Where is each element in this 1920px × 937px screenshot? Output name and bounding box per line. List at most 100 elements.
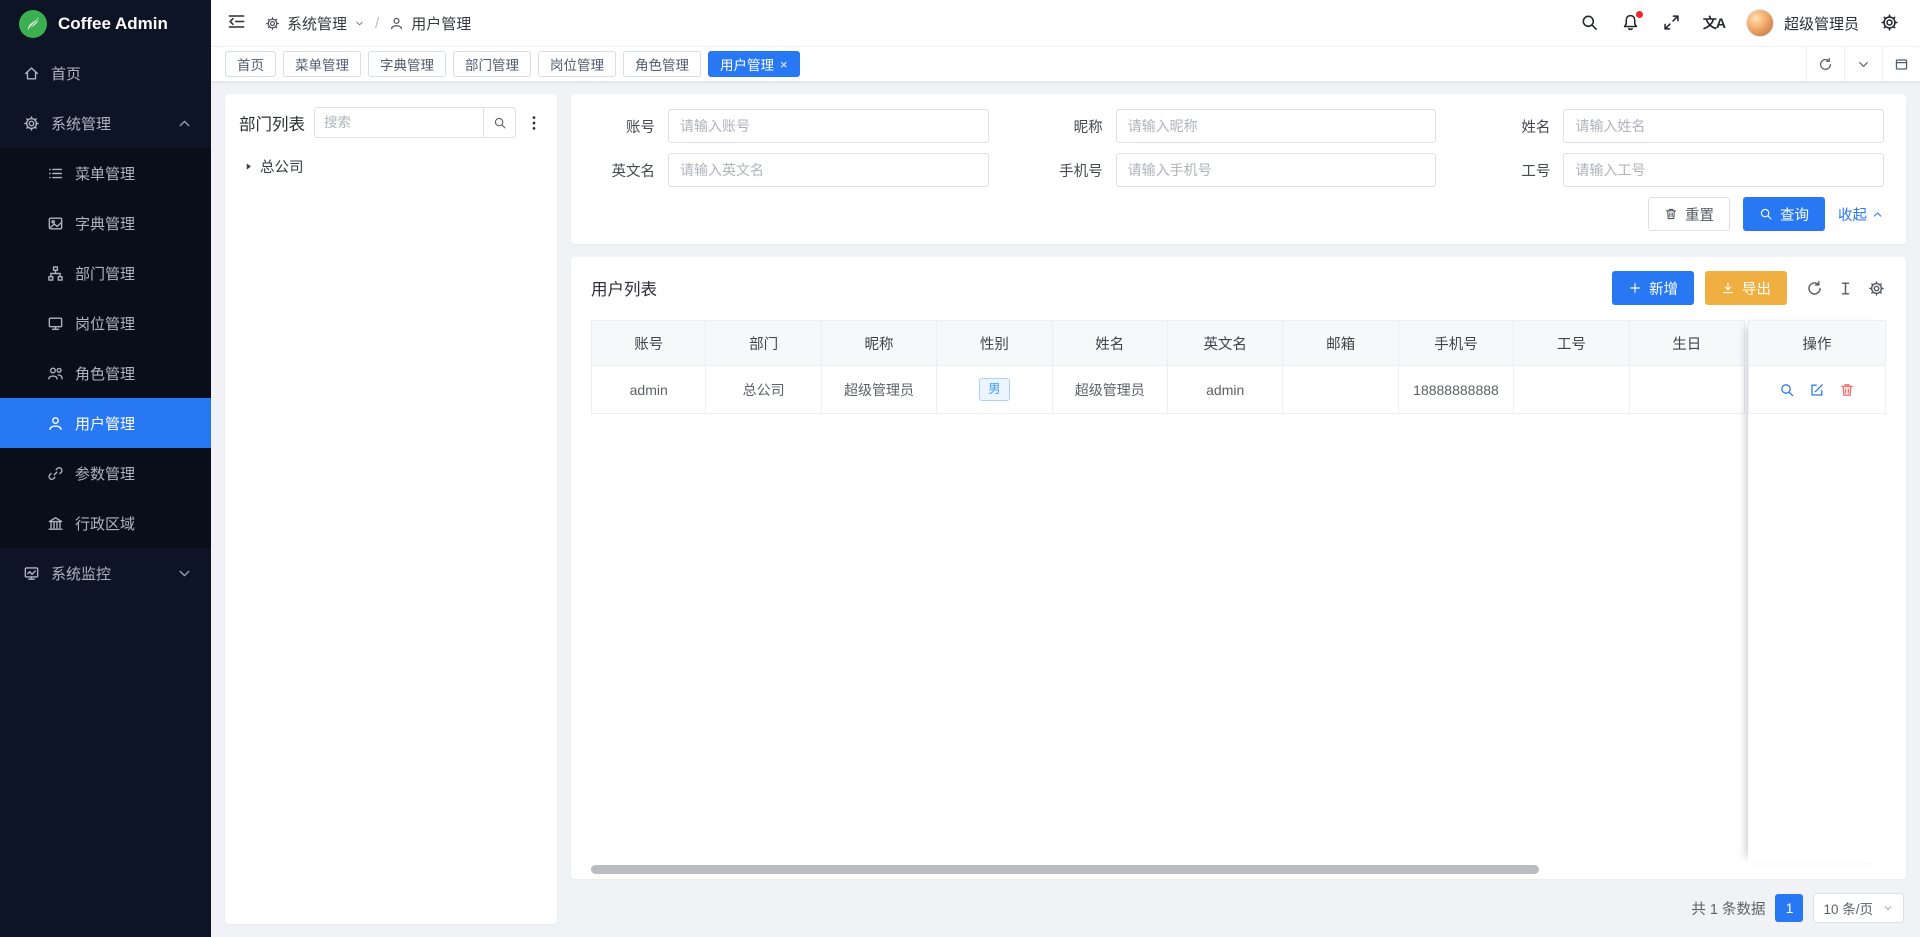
sidebar-item-region-mgmt[interactable]: 行政区域	[0, 498, 211, 548]
kebab-menu-icon	[525, 114, 543, 132]
tab-role-mgmt[interactable]: 角色管理	[623, 51, 701, 77]
image-icon	[47, 215, 64, 232]
collapse-link[interactable]: 收起	[1838, 204, 1884, 225]
sidebar-group-system[interactable]: 系统管理	[0, 98, 211, 148]
fixed-action-column: 操作	[1748, 320, 1886, 863]
user-name[interactable]: 超级管理员	[1784, 13, 1859, 34]
refresh-tab-button[interactable]	[1806, 47, 1844, 81]
menu-fold-button[interactable]	[227, 12, 249, 34]
edit-row-button[interactable]	[1809, 382, 1825, 398]
query-button[interactable]: 查询	[1743, 197, 1825, 231]
export-button[interactable]: 导出	[1705, 271, 1787, 305]
breadcrumb: 系统管理 / 用户管理	[265, 13, 471, 34]
sidebar-group-monitor[interactable]: 系统监控	[0, 548, 211, 598]
sidebar-menu: 首页 系统管理 菜单管理 字典管理 部门管理	[0, 48, 211, 937]
horizontal-scrollbar[interactable]	[591, 865, 1539, 874]
notification-button[interactable]	[1621, 13, 1641, 33]
chevron-down-icon	[1856, 57, 1871, 72]
pagination-total: 共 1 条数据	[1691, 898, 1765, 919]
department-panel-title: 部门列表	[239, 111, 305, 135]
user-table-scroll-area: 账号 部门 昵称 性别 姓名 英文名 邮箱 手机号 工号 生日	[591, 320, 1745, 863]
tab-label: 角色管理	[635, 54, 689, 74]
search-icon	[1779, 382, 1795, 398]
cell-english-name: admin	[1168, 366, 1283, 414]
department-search-input[interactable]	[314, 107, 483, 138]
chevron-down-icon	[176, 565, 193, 582]
avatar[interactable]	[1746, 9, 1774, 37]
tree-node-root[interactable]: 总公司	[239, 150, 543, 182]
field-name: 姓名	[1488, 109, 1884, 143]
sidebar-item-label: 角色管理	[75, 363, 135, 384]
sidebar-item-label: 字典管理	[75, 213, 135, 234]
sidebar-item-home[interactable]: 首页	[0, 48, 211, 98]
sidebar-group-label: 系统管理	[51, 113, 111, 134]
sidebar-item-user-mgmt[interactable]: 用户管理	[0, 398, 211, 448]
tabbar-tools	[1806, 47, 1920, 81]
department-panel: 部门列表 总公司	[225, 94, 557, 924]
link-icon	[47, 465, 64, 482]
sidebar-item-label: 行政区域	[75, 513, 135, 534]
refresh-list-button[interactable]	[1804, 278, 1824, 298]
sidebar-group-label: 系统监控	[51, 563, 111, 584]
tab-home[interactable]: 首页	[225, 51, 276, 77]
column-settings-button[interactable]	[1866, 278, 1886, 298]
app-root: Coffee Admin 首页 系统管理 菜单管理 字典管理	[0, 0, 1920, 937]
reset-button[interactable]: 重置	[1648, 197, 1730, 231]
chevron-down-icon	[354, 18, 365, 29]
fullscreen-button[interactable]	[1662, 13, 1682, 33]
cell-phone: 18888888888	[1399, 366, 1514, 414]
add-user-button[interactable]: 新增	[1612, 271, 1694, 305]
view-row-button[interactable]	[1779, 382, 1795, 398]
field-english-name: 英文名	[593, 153, 989, 187]
search-icon	[1759, 207, 1773, 221]
table-header-row: 账号 部门 昵称 性别 姓名 英文名 邮箱 手机号 工号 生日	[591, 320, 1745, 366]
add-label: 新增	[1649, 278, 1678, 299]
name-input[interactable]	[1563, 109, 1884, 143]
department-search-button[interactable]	[483, 107, 516, 138]
breadcrumb-item-system[interactable]: 系统管理	[287, 13, 347, 34]
field-job-no: 工号	[1488, 153, 1884, 187]
translate-button[interactable]: 文A	[1703, 13, 1725, 33]
user-icon	[47, 415, 64, 432]
page-1-button[interactable]: 1	[1775, 894, 1803, 922]
tab-dict-mgmt[interactable]: 字典管理	[368, 51, 446, 77]
job-no-input[interactable]	[1563, 153, 1884, 187]
phone-input[interactable]	[1116, 153, 1437, 187]
row-height-icon	[1837, 280, 1854, 297]
sidebar-item-role-mgmt[interactable]: 角色管理	[0, 348, 211, 398]
sidebar-item-menu-mgmt[interactable]: 菜单管理	[0, 148, 211, 198]
department-panel-header: 部门列表	[239, 107, 543, 138]
search-button[interactable]	[1580, 13, 1600, 33]
close-icon[interactable]: ×	[780, 58, 788, 71]
sidebar-item-dict-mgmt[interactable]: 字典管理	[0, 198, 211, 248]
sidebar-item-dept-mgmt[interactable]: 部门管理	[0, 248, 211, 298]
tab-dept-mgmt[interactable]: 部门管理	[453, 51, 531, 77]
layout-maximize-button[interactable]	[1882, 47, 1920, 81]
tab-post-mgmt[interactable]: 岗位管理	[538, 51, 616, 77]
tab-user-mgmt[interactable]: 用户管理 ×	[708, 51, 800, 77]
account-input[interactable]	[668, 109, 989, 143]
cell-birthday	[1630, 366, 1745, 414]
nickname-input[interactable]	[1116, 109, 1437, 143]
tab-label: 岗位管理	[550, 54, 604, 74]
department-more-button[interactable]	[525, 114, 543, 132]
sidebar-item-post-mgmt[interactable]: 岗位管理	[0, 298, 211, 348]
english-name-input[interactable]	[668, 153, 989, 187]
user-list-card: 用户列表 新增 导出	[571, 257, 1906, 879]
page-size-value: 10 条/页	[1823, 898, 1873, 918]
main-area: 系统管理 / 用户管理 文A 超级管理员	[211, 0, 1920, 937]
tab-options-button[interactable]	[1844, 47, 1882, 81]
column-header: 部门	[706, 320, 821, 366]
delete-row-button[interactable]	[1839, 382, 1855, 398]
page-size-select[interactable]: 10 条/页	[1813, 893, 1904, 923]
tab-menu-mgmt[interactable]: 菜单管理	[283, 51, 361, 77]
settings-button[interactable]	[1880, 13, 1900, 33]
row-height-button[interactable]	[1835, 278, 1855, 298]
sidebar-item-param-mgmt[interactable]: 参数管理	[0, 448, 211, 498]
tab-label: 首页	[237, 54, 264, 74]
app-title: Coffee Admin	[58, 14, 168, 34]
search-icon	[493, 116, 507, 130]
column-header: 英文名	[1168, 320, 1283, 366]
sidebar-item-label: 用户管理	[75, 413, 135, 434]
column-header: 手机号	[1399, 320, 1514, 366]
